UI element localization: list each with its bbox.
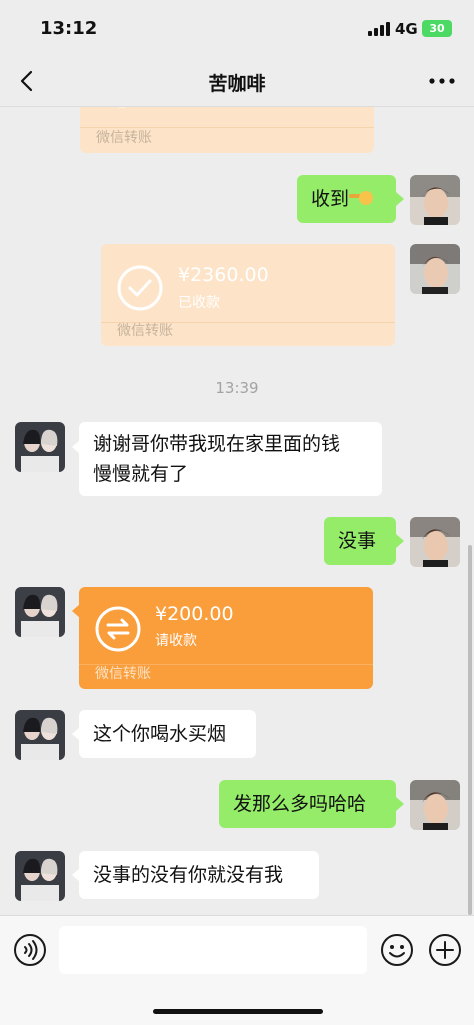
bubble-tail — [396, 192, 404, 206]
message-text: 发那么多吗哈哈 — [233, 793, 367, 815]
my-avatar[interactable] — [410, 175, 460, 225]
nav-bar: 苦咖啡 — [0, 58, 474, 107]
message-bubble-sent[interactable]: 没事 — [324, 517, 396, 565]
message-bubble-received[interactable]: 没事的没有你就没有我 — [79, 851, 319, 899]
contact-avatar[interactable] — [15, 710, 65, 760]
plus-button[interactable] — [428, 933, 462, 967]
chat-area[interactable]: 微信转账 收到 ¥2360.00 已收款 微信转账 13:39 谢谢哥你带我现在… — [0, 107, 474, 915]
message-bubble-sent[interactable]: 发那么多吗哈哈 — [219, 780, 396, 828]
transfer-status: 已收款 — [178, 295, 220, 311]
bubble-tail — [396, 797, 404, 811]
message-text: 没事 — [338, 530, 377, 552]
contact-avatar[interactable] — [15, 422, 65, 472]
transfer-footer: 微信转账 — [117, 323, 173, 339]
message-text: 慢慢就有了 — [93, 463, 189, 485]
my-avatar[interactable] — [410, 780, 460, 830]
message-text: 谢谢哥你带我现在家里面的钱 — [93, 433, 341, 455]
voice-button[interactable] — [13, 933, 47, 967]
message-bubble-received[interactable]: 谢谢哥你带我现在家里面的钱 慢慢就有了 — [79, 422, 382, 496]
message-bubble-sent[interactable]: 收到 — [297, 175, 396, 223]
plus-icon — [429, 934, 461, 966]
signal-icon — [368, 22, 390, 36]
status-time: 13:12 — [40, 18, 98, 39]
chat-scrollbar[interactable] — [468, 545, 472, 915]
timestamp: 13:39 — [215, 379, 259, 397]
transfer-arrows-icon — [95, 606, 141, 652]
transfer-footer: 微信转账 — [96, 130, 152, 146]
transfer-card[interactable]: ¥2360.00 已收款 微信转账 — [101, 244, 395, 346]
transfer-amount: ¥2360.00 — [178, 264, 269, 286]
battery-level: 30 — [429, 22, 445, 35]
home-indicator[interactable] — [153, 1009, 323, 1014]
transfer-amount: ¥200.00 — [155, 603, 234, 625]
check-circle-icon — [117, 265, 163, 311]
emoji-icon — [381, 934, 413, 966]
pointing-hand-emoji-icon — [349, 187, 374, 207]
contact-avatar[interactable] — [15, 851, 65, 901]
message-input[interactable] — [59, 926, 367, 974]
transfer-card[interactable]: ¥200.00 请收款 微信转账 — [79, 587, 373, 689]
my-avatar[interactable] — [410, 244, 460, 294]
transfer-status: 请收款 — [155, 633, 197, 649]
chat-title: 苦咖啡 — [208, 73, 266, 95]
input-bar — [0, 915, 474, 1025]
emoji-button[interactable] — [380, 933, 414, 967]
check-circle-icon — [117, 107, 127, 108]
transfer-card[interactable]: 微信转账 — [80, 107, 374, 153]
bubble-tail — [396, 534, 404, 548]
voice-icon — [14, 934, 46, 966]
status-bar: 13:12 4G 30 — [0, 0, 474, 58]
message-text: 没事的没有你就没有我 — [93, 864, 284, 886]
message-text: 这个你喝水买烟 — [93, 723, 227, 745]
more-icon — [429, 78, 455, 84]
network-label: 4G — [395, 20, 418, 38]
contact-avatar[interactable] — [15, 587, 65, 637]
my-avatar[interactable] — [410, 517, 460, 567]
transfer-footer: 微信转账 — [95, 666, 151, 682]
more-button[interactable] — [426, 68, 458, 94]
battery-icon: 30 — [422, 20, 452, 37]
message-text: 收到 — [311, 188, 350, 210]
message-bubble-received[interactable]: 这个你喝水买烟 — [79, 710, 256, 758]
